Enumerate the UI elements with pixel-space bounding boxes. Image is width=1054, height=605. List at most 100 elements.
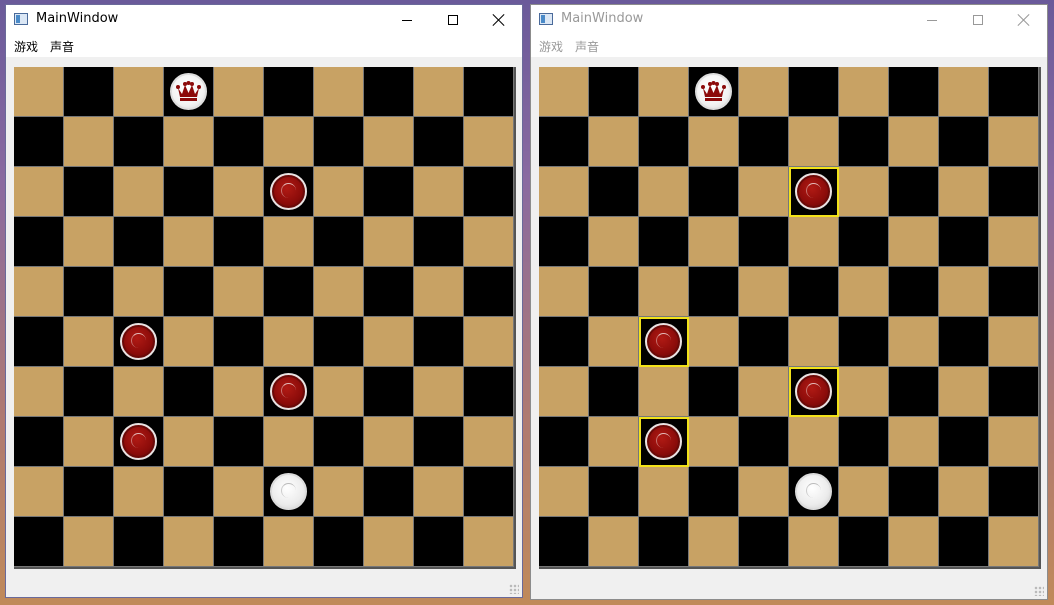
board-square[interactable] — [114, 167, 164, 217]
board-square[interactable] — [314, 467, 364, 517]
board-square[interactable] — [414, 467, 464, 517]
board-square[interactable] — [689, 67, 739, 117]
red-piece[interactable] — [120, 423, 157, 460]
board-square[interactable] — [689, 117, 739, 167]
board-square[interactable] — [889, 217, 939, 267]
board-square[interactable] — [414, 417, 464, 467]
board-square[interactable] — [589, 367, 639, 417]
board-square[interactable] — [639, 517, 689, 567]
board-square[interactable] — [639, 417, 689, 467]
board-square[interactable] — [114, 317, 164, 367]
board-square[interactable] — [364, 167, 414, 217]
board-square[interactable] — [789, 117, 839, 167]
board-square[interactable] — [989, 417, 1039, 467]
resize-grip[interactable] — [509, 584, 519, 594]
board-square[interactable] — [839, 117, 889, 167]
resize-grip[interactable] — [1034, 586, 1044, 596]
board-square[interactable] — [164, 467, 214, 517]
title-bar[interactable]: MainWindow — [531, 5, 1047, 35]
board-square[interactable] — [889, 117, 939, 167]
board-square[interactable] — [839, 267, 889, 317]
board-square[interactable] — [264, 217, 314, 267]
board-square[interactable] — [14, 467, 64, 517]
board-square[interactable] — [889, 67, 939, 117]
board-square[interactable] — [464, 467, 514, 517]
board-square[interactable] — [14, 117, 64, 167]
board-square[interactable] — [64, 267, 114, 317]
board-square[interactable] — [989, 217, 1039, 267]
board-square[interactable] — [264, 317, 314, 367]
board-square[interactable] — [114, 117, 164, 167]
board-square[interactable] — [839, 467, 889, 517]
board-square[interactable] — [314, 417, 364, 467]
board-square[interactable] — [839, 67, 889, 117]
board-square[interactable] — [214, 117, 264, 167]
board-square[interactable] — [539, 117, 589, 167]
board-square[interactable] — [789, 417, 839, 467]
board-square[interactable] — [989, 317, 1039, 367]
red-piece[interactable] — [120, 323, 157, 360]
board-square[interactable] — [264, 117, 314, 167]
board-square[interactable] — [889, 167, 939, 217]
white-piece[interactable] — [270, 473, 307, 510]
board-square[interactable] — [939, 217, 989, 267]
board-square[interactable] — [589, 317, 639, 367]
board-square[interactable] — [639, 367, 689, 417]
board-square[interactable] — [739, 267, 789, 317]
board-square[interactable] — [64, 467, 114, 517]
board-square[interactable] — [639, 317, 689, 367]
board-square[interactable] — [989, 367, 1039, 417]
board-square[interactable] — [689, 467, 739, 517]
board-square[interactable] — [314, 67, 364, 117]
board-square[interactable] — [114, 267, 164, 317]
red-piece[interactable] — [645, 323, 682, 360]
white-king-piece[interactable] — [170, 73, 207, 110]
board-square[interactable] — [114, 367, 164, 417]
board-square[interactable] — [114, 517, 164, 567]
board-square[interactable] — [464, 167, 514, 217]
checkers-board[interactable] — [14, 67, 516, 569]
close-button[interactable] — [1001, 5, 1047, 35]
white-king-piece[interactable] — [695, 73, 732, 110]
board-square[interactable] — [364, 67, 414, 117]
board-square[interactable] — [364, 367, 414, 417]
board-square[interactable] — [364, 517, 414, 567]
board-square[interactable] — [989, 267, 1039, 317]
menu-sound[interactable]: 声音 — [44, 38, 80, 55]
board-square[interactable] — [739, 367, 789, 417]
board-square[interactable] — [939, 117, 989, 167]
board-square[interactable] — [14, 167, 64, 217]
board-square[interactable] — [214, 517, 264, 567]
board-square[interactable] — [689, 267, 739, 317]
board-square[interactable] — [64, 117, 114, 167]
board-square[interactable] — [739, 417, 789, 467]
board-square[interactable] — [14, 417, 64, 467]
board-square[interactable] — [364, 217, 414, 267]
board-square[interactable] — [414, 317, 464, 367]
white-piece[interactable] — [795, 473, 832, 510]
board-square[interactable] — [889, 517, 939, 567]
minimize-button[interactable] — [909, 5, 955, 35]
board-square[interactable] — [739, 317, 789, 367]
board-square[interactable] — [689, 317, 739, 367]
board-square[interactable] — [789, 317, 839, 367]
board-square[interactable] — [414, 117, 464, 167]
board-square[interactable] — [989, 517, 1039, 567]
board-square[interactable] — [939, 417, 989, 467]
board-square[interactable] — [639, 267, 689, 317]
board-square[interactable] — [164, 317, 214, 367]
board-square[interactable] — [639, 167, 689, 217]
board-square[interactable] — [589, 167, 639, 217]
board-square[interactable] — [539, 167, 589, 217]
board-square[interactable] — [64, 317, 114, 367]
board-square[interactable] — [314, 317, 364, 367]
board-square[interactable] — [164, 117, 214, 167]
board-square[interactable] — [464, 517, 514, 567]
board-square[interactable] — [314, 267, 364, 317]
board-square[interactable] — [939, 67, 989, 117]
board-square[interactable] — [839, 367, 889, 417]
board-square[interactable] — [64, 417, 114, 467]
board-square[interactable] — [14, 267, 64, 317]
board-square[interactable] — [264, 467, 314, 517]
board-square[interactable] — [14, 517, 64, 567]
